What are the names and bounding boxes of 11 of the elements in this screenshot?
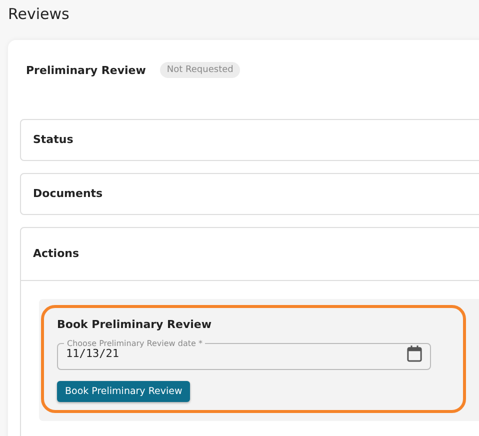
- book-button[interactable]: Book Preliminary Review: [57, 381, 190, 402]
- accordion-header[interactable]: Status: [21, 120, 479, 160]
- accordion-header[interactable]: Documents: [21, 174, 479, 214]
- review-title: Preliminary Review: [26, 64, 146, 76]
- accordion-header[interactable]: Actions: [21, 228, 479, 281]
- date-field[interactable]: Choose Preliminary Review date * 11/13/21: [57, 339, 431, 370]
- calendar-icon[interactable]: [407, 345, 422, 362]
- page-title: Reviews: [8, 4, 70, 25]
- date-value: 11/13/21: [66, 347, 119, 360]
- form-title: Book Preliminary Review: [57, 318, 213, 331]
- status-chip: Not Requested: [160, 62, 240, 78]
